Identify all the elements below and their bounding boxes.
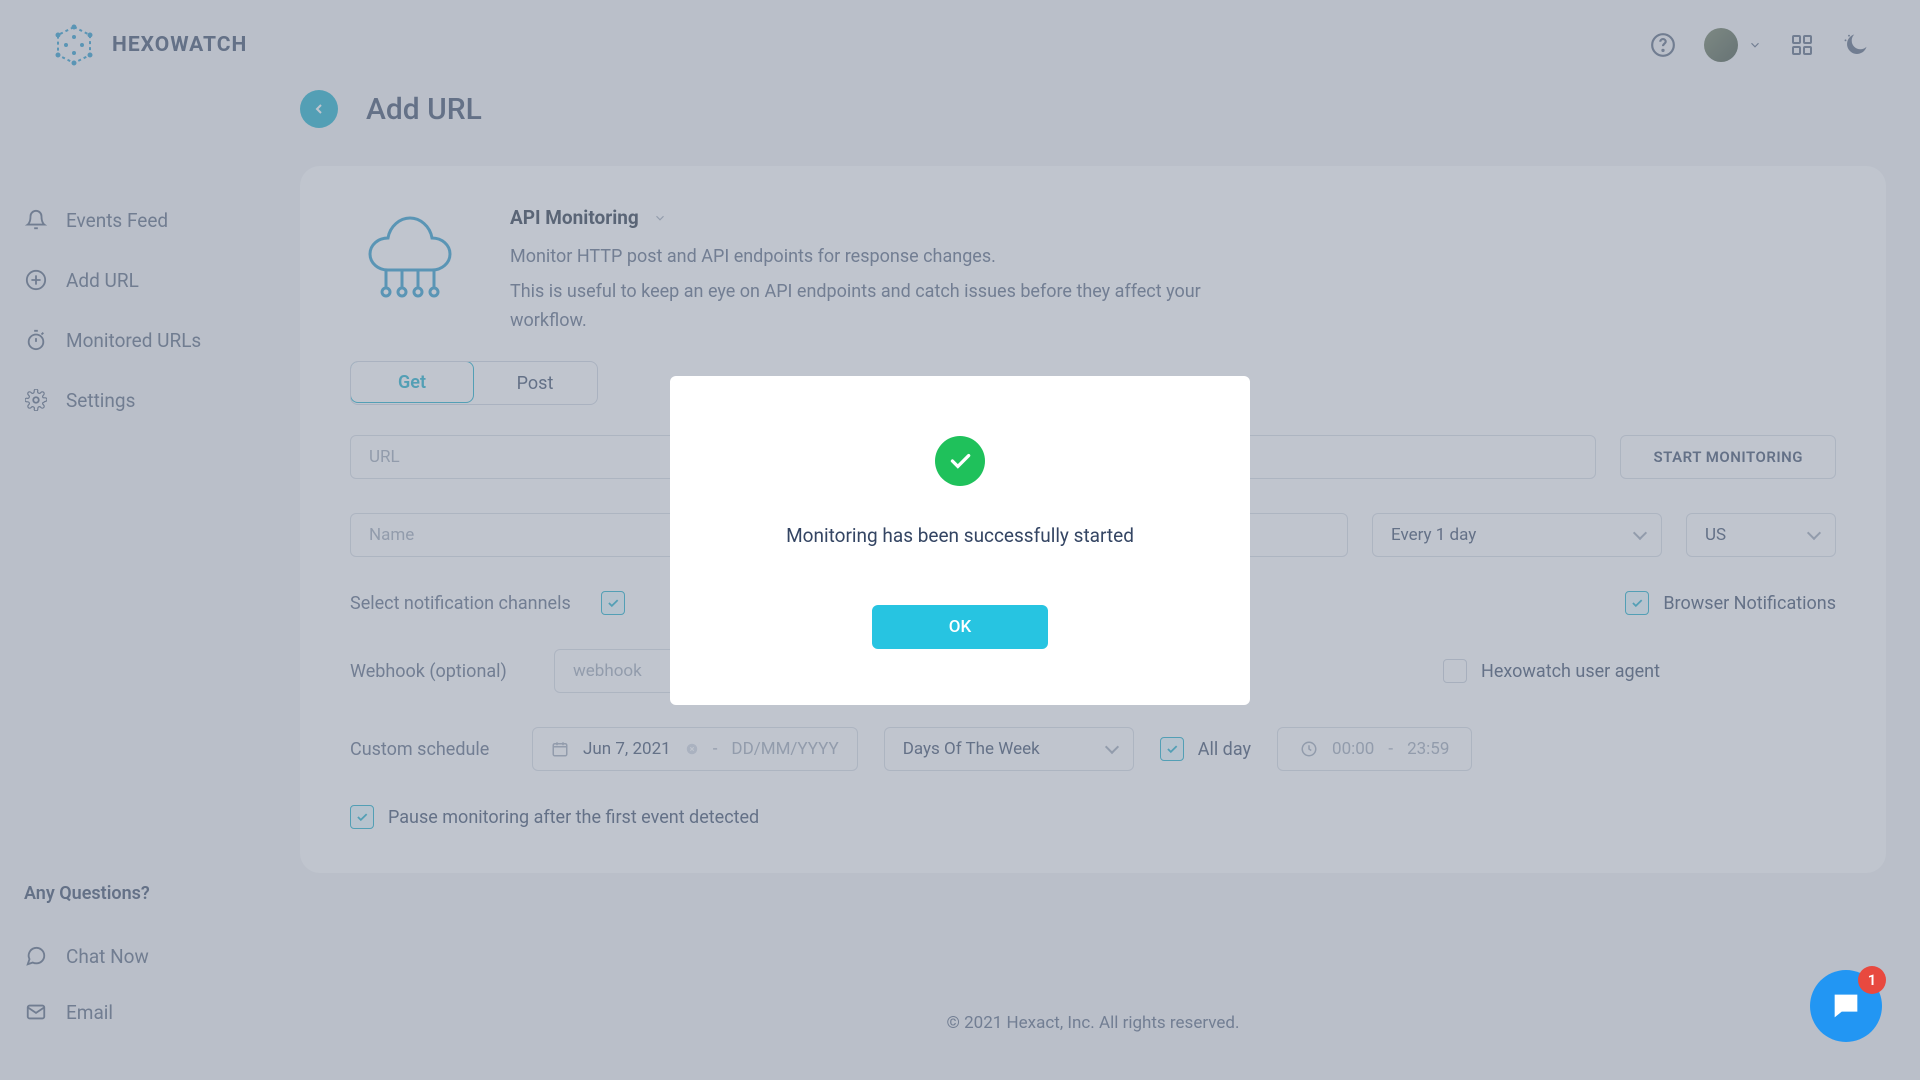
chat-bubble-icon [1829,989,1863,1023]
modal-overlay: Monitoring has been successfully started… [0,0,1920,1080]
intercom-chat-button[interactable]: 1 [1810,970,1882,1042]
chat-badge: 1 [1858,966,1886,994]
success-modal: Monitoring has been successfully started… [670,376,1250,705]
modal-ok-button[interactable]: OK [872,605,1048,649]
modal-message: Monitoring has been successfully started [786,524,1134,547]
success-check-icon [935,436,985,486]
